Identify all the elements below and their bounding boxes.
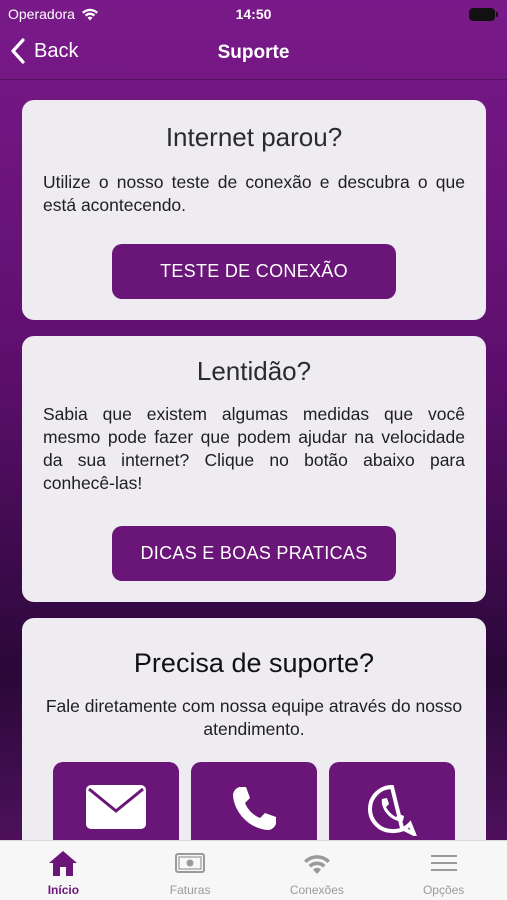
tab-label: Conexões (289, 883, 344, 897)
tab-faturas[interactable]: Faturas (127, 841, 254, 900)
slowness-card-title: Lentidão? (196, 356, 312, 386)
tab-conexoes[interactable]: Conexões (254, 841, 381, 900)
internet-card: Internet parou? Utilize o nosso teste de… (22, 100, 486, 320)
wifi-icon (303, 855, 330, 874)
tips-button[interactable]: DICAS E BOAS PRATICAS (112, 526, 396, 581)
tab-label: Faturas (169, 883, 211, 897)
status-bar: Operadora 14:50 (0, 0, 507, 30)
home-icon (49, 851, 78, 876)
support-card-text: Fale diretamente com nossa equipe atravé… (45, 696, 463, 739)
battery-icon (469, 8, 498, 21)
tab-inicio[interactable]: Início (0, 841, 127, 900)
internet-card-title: Internet parou? (165, 122, 343, 152)
phone-icon (233, 787, 276, 830)
menu-icon (430, 855, 457, 871)
internet-card-text: Utilize o nosso teste de conexão e descu… (43, 172, 465, 215)
navigation-bar: Back Suporte (0, 30, 507, 80)
support-card: Precisa de suporte? Fale diretamente com… (22, 618, 486, 872)
whatsapp-icon (368, 784, 417, 836)
slowness-card: Lentidão? Sabia que existem algumas medi… (22, 336, 486, 602)
envelope-icon (86, 785, 146, 829)
tab-bar: Início Faturas Conexões Opções (0, 840, 507, 900)
page-title: Suporte (217, 42, 290, 63)
tab-label: Início (47, 883, 80, 897)
slowness-card-text: Sabia que existem algumas medidas que vo… (43, 404, 465, 493)
tab-opcoes[interactable]: Opções (380, 841, 507, 900)
support-card-title: Precisa de suporte? (133, 648, 375, 678)
banknote-icon (175, 853, 206, 873)
tab-label: Opções (422, 883, 465, 897)
status-time: 14:50 (235, 6, 272, 22)
connection-test-button[interactable]: TESTE DE CONEXÃO (112, 244, 396, 299)
